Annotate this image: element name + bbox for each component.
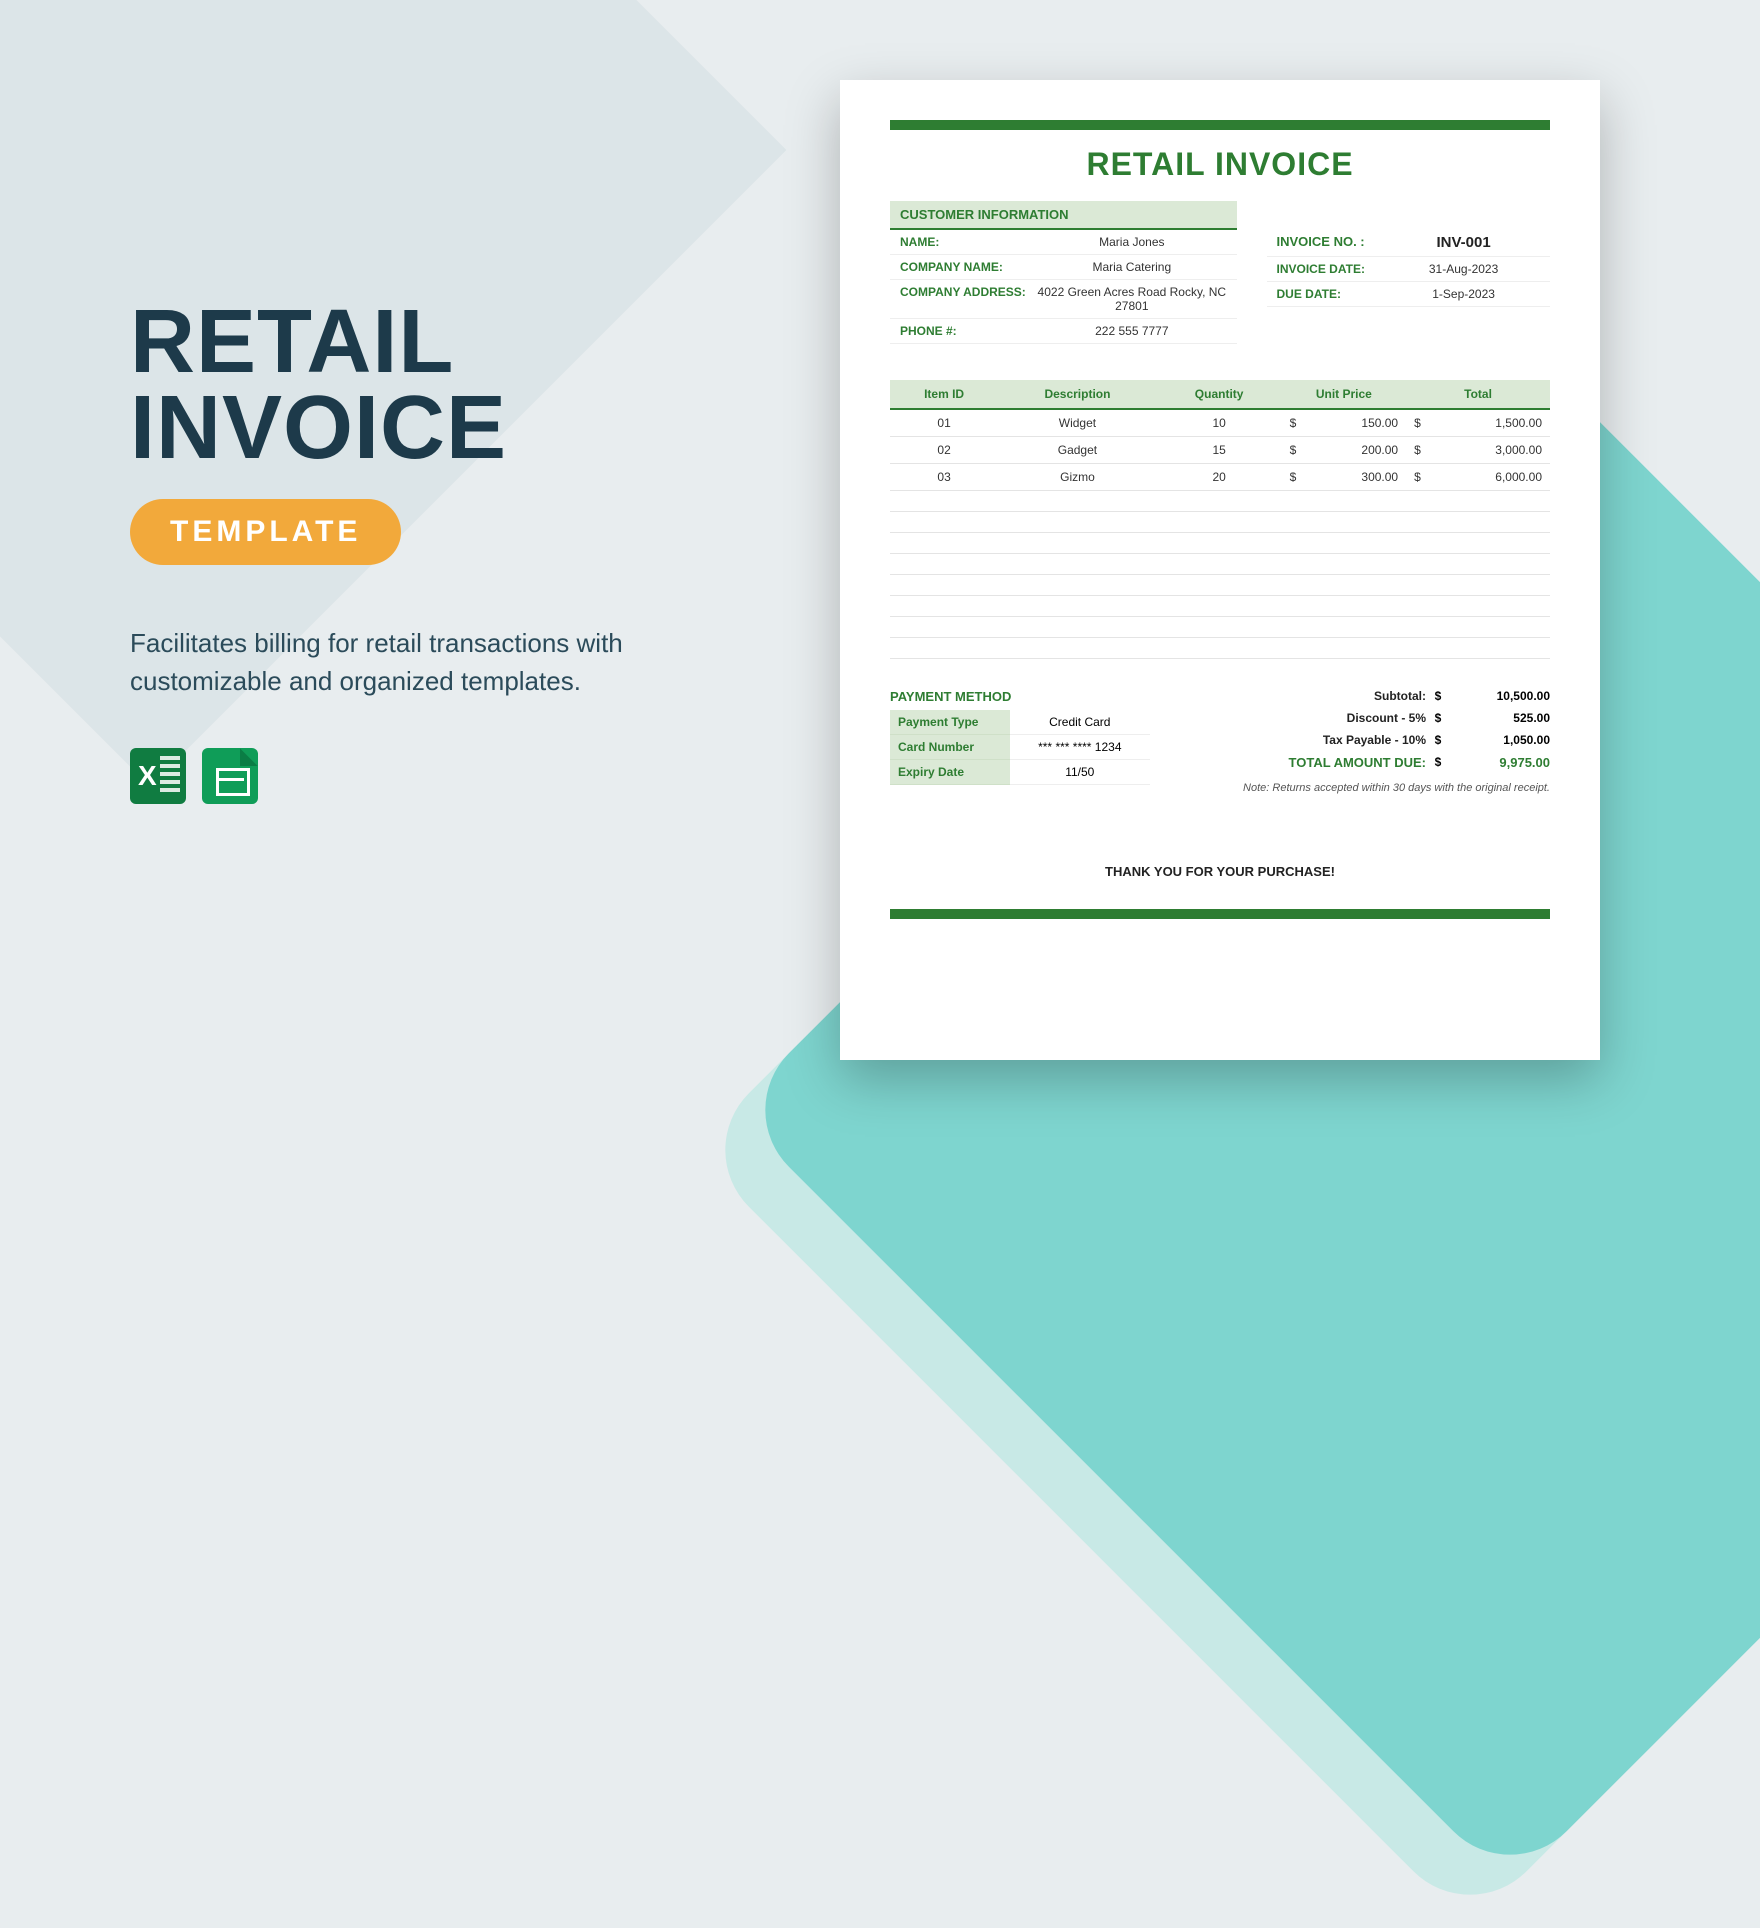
customer-address-label: COMPANY ADDRESS: [900, 285, 1037, 313]
tax-label: Tax Payable - 10% [1226, 733, 1426, 747]
due-date-row: DUE DATE: 1-Sep-2023 [1267, 282, 1551, 307]
col-total: Total [1406, 380, 1550, 409]
template-badge: TEMPLATE [130, 499, 401, 565]
currency-symbol: $ [1426, 733, 1450, 747]
card-number-label: Card Number [890, 735, 1010, 760]
items-table: Item ID Description Quantity Unit Price … [890, 380, 1550, 659]
bottom-bar [890, 909, 1550, 919]
total-due-value: 9,975.00 [1450, 755, 1550, 770]
totals-box: Subtotal: $ 10,500.00 Discount - 5% $ 52… [1210, 685, 1550, 794]
card-number-row: Card Number *** *** **** 1234 [890, 735, 1150, 760]
returns-note: Note: Returns accepted within 30 days wi… [1210, 782, 1550, 794]
col-description: Description [998, 380, 1156, 409]
tax-row: Tax Payable - 10% $ 1,050.00 [1210, 729, 1550, 751]
promo-title-line2: INVOICE [130, 378, 507, 478]
total-due-label: TOTAL AMOUNT DUE: [1226, 755, 1426, 770]
customer-name-value: Maria Jones [1037, 235, 1226, 249]
table-row: 02Gadget15$200.00$3,000.00 [890, 437, 1550, 464]
table-row-empty [890, 533, 1550, 554]
invoice-no-label: INVOICE NO. : [1277, 234, 1388, 251]
bottom-row: PAYMENT METHOD Payment Type Credit Card … [890, 685, 1550, 794]
customer-phone-row: PHONE #: 222 555 7777 [890, 319, 1237, 344]
customer-name-row: NAME: Maria Jones [890, 230, 1237, 255]
customer-box: CUSTOMER INFORMATION NAME: Maria Jones C… [890, 201, 1237, 344]
promo-panel: RETAIL INVOICE TEMPLATE Facilitates bill… [130, 300, 650, 804]
invoice-date-label: INVOICE DATE: [1277, 262, 1388, 276]
customer-name-label: NAME: [900, 235, 1037, 249]
invoice-document: RETAIL INVOICE CUSTOMER INFORMATION NAME… [840, 80, 1600, 1060]
table-row: 01Widget10$150.00$1,500.00 [890, 409, 1550, 437]
payment-type-row: Payment Type Credit Card [890, 710, 1150, 735]
format-icons [130, 748, 650, 804]
top-bar [890, 120, 1550, 130]
subtotal-label: Subtotal: [1226, 689, 1426, 703]
due-date-value: 1-Sep-2023 [1387, 287, 1540, 301]
discount-value: 525.00 [1450, 711, 1550, 725]
tax-value: 1,050.00 [1450, 733, 1550, 747]
items-header-row: Item ID Description Quantity Unit Price … [890, 380, 1550, 409]
currency-symbol: $ [1426, 755, 1450, 770]
customer-address-value: 4022 Green Acres Road Rocky, NC 27801 [1037, 285, 1226, 313]
table-row-empty [890, 617, 1550, 638]
table-row: 03Gizmo20$300.00$6,000.00 [890, 464, 1550, 491]
promo-description: Facilitates billing for retail transacti… [130, 625, 630, 700]
subtotal-row: Subtotal: $ 10,500.00 [1210, 685, 1550, 707]
due-date-label: DUE DATE: [1277, 287, 1388, 301]
table-row-empty [890, 554, 1550, 575]
invoice-date-row: INVOICE DATE: 31-Aug-2023 [1267, 257, 1551, 282]
table-row-empty [890, 638, 1550, 659]
payment-header: PAYMENT METHOD [890, 685, 1150, 710]
customer-phone-value: 222 555 7777 [1037, 324, 1226, 338]
currency-symbol: $ [1426, 711, 1450, 725]
col-item-id: Item ID [890, 380, 998, 409]
customer-phone-label: PHONE #: [900, 324, 1037, 338]
invoice-no-row: INVOICE NO. : INV-001 [1267, 229, 1551, 257]
customer-section-header: CUSTOMER INFORMATION [890, 201, 1237, 230]
subtotal-value: 10,500.00 [1450, 689, 1550, 703]
excel-icon [130, 748, 186, 804]
card-number-value: *** *** **** 1234 [1010, 735, 1150, 760]
expiry-row: Expiry Date 11/50 [890, 760, 1150, 785]
info-row: CUSTOMER INFORMATION NAME: Maria Jones C… [890, 201, 1550, 344]
thank-you-text: THANK YOU FOR YOUR PURCHASE! [890, 864, 1550, 879]
discount-row: Discount - 5% $ 525.00 [1210, 707, 1550, 729]
table-row-empty [890, 512, 1550, 533]
customer-company-label: COMPANY NAME: [900, 260, 1037, 274]
table-row-empty [890, 491, 1550, 512]
customer-company-row: COMPANY NAME: Maria Catering [890, 255, 1237, 280]
table-row-empty [890, 596, 1550, 617]
payment-type-value: Credit Card [1010, 710, 1150, 735]
invoice-meta-box: INVOICE NO. : INV-001 INVOICE DATE: 31-A… [1267, 201, 1551, 344]
currency-symbol: $ [1426, 689, 1450, 703]
payment-type-label: Payment Type [890, 710, 1010, 735]
table-row-empty [890, 575, 1550, 596]
google-sheets-icon [202, 748, 258, 804]
customer-company-value: Maria Catering [1037, 260, 1226, 274]
expiry-label: Expiry Date [890, 760, 1010, 785]
customer-address-row: COMPANY ADDRESS: 4022 Green Acres Road R… [890, 280, 1237, 319]
discount-label: Discount - 5% [1226, 711, 1426, 725]
col-quantity: Quantity [1157, 380, 1282, 409]
expiry-value: 11/50 [1010, 760, 1150, 785]
promo-title: RETAIL INVOICE [130, 300, 650, 471]
document-title: RETAIL INVOICE [890, 146, 1550, 183]
col-unit-price: Unit Price [1282, 380, 1407, 409]
invoice-no-value: INV-001 [1387, 234, 1540, 251]
invoice-date-value: 31-Aug-2023 [1387, 262, 1540, 276]
total-due-row: TOTAL AMOUNT DUE: $ 9,975.00 [1210, 751, 1550, 774]
payment-box: PAYMENT METHOD Payment Type Credit Card … [890, 685, 1150, 794]
